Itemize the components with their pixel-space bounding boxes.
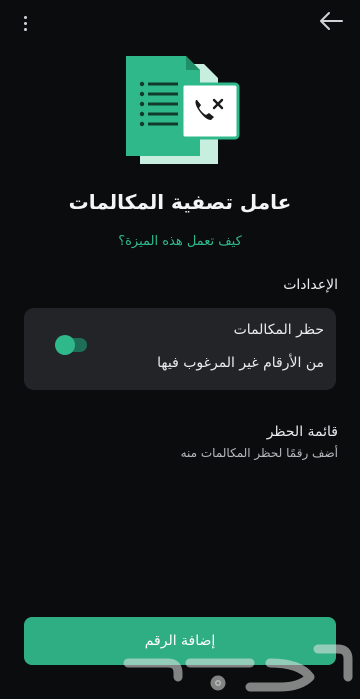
top-bar (0, 0, 360, 44)
block-list-subtitle: أضف رقمًا لحظر المكالمات منه (180, 446, 338, 460)
block-list-title[interactable]: قائمة الحظر (267, 424, 338, 440)
how-it-works-link[interactable]: كيف تعمل هذه الميزة؟ (0, 234, 360, 249)
arrow-left-icon (320, 12, 343, 30)
call-filter-screen: عامل تصفية المكالمات كيف تعمل هذه الميزة… (0, 0, 360, 699)
blocked-call-document-icon (126, 56, 240, 164)
toggle-knob (55, 335, 75, 355)
call-block-title: حظر المكالمات (233, 322, 324, 338)
more-options-button[interactable] (12, 10, 38, 36)
settings-heading: الإعدادات (283, 277, 338, 293)
menu-dot (23, 27, 27, 31)
back-button[interactable] (316, 8, 346, 34)
menu-dot (23, 21, 27, 25)
menu-dot (23, 15, 27, 19)
add-number-button[interactable]: إضافة الرقم (24, 617, 336, 665)
call-block-subtitle: من الأرقام غير المرغوب فيها (157, 355, 324, 371)
call-block-setting[interactable]: حظر المكالمات من الأرقام غير المرغوب فيه… (24, 308, 336, 390)
page-title: عامل تصفية المكالمات (68, 190, 292, 214)
call-block-toggle[interactable] (55, 335, 87, 355)
